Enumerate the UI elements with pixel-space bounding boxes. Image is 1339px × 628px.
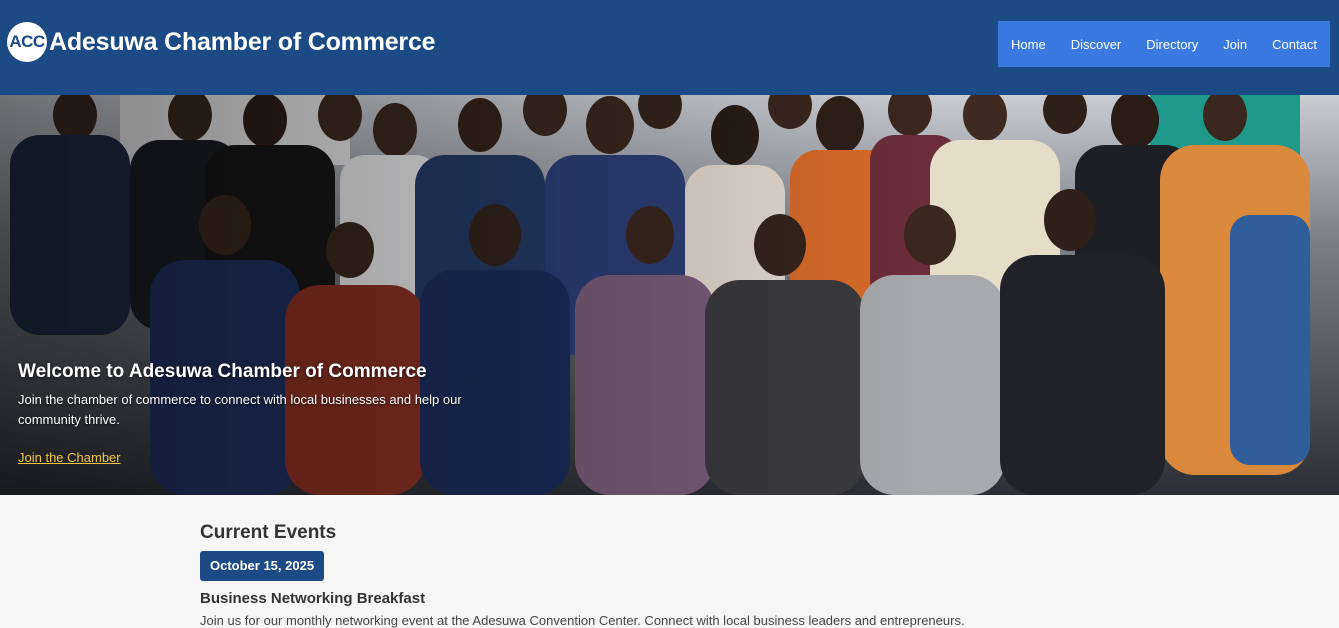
site-title[interactable]: Adesuwa Chamber of Commerce [49,28,436,57]
hero-banner: Welcome to Adesuwa Chamber of Commerce J… [0,95,1339,495]
hero-overlay [0,95,1339,495]
hero-title: Welcome to Adesuwa Chamber of Commerce [18,361,427,382]
main-nav: Home Discover Directory Join Contact [998,21,1330,67]
join-chamber-link[interactable]: Join the Chamber [18,450,121,465]
hero-description: Join the chamber of commerce to connect … [18,392,462,427]
nav-link-join[interactable]: Join [1223,37,1247,52]
nav-link-home[interactable]: Home [1011,37,1046,52]
event-description: Join us for our monthly networking event… [200,613,965,628]
event-date-badge: October 15, 2025 [200,551,325,581]
event-title: Business Networking Breakfast [200,590,426,607]
site-header: ACC Adesuwa Chamber of Commerce Home Dis… [0,0,1339,95]
nav-link-discover[interactable]: Discover [1071,37,1122,52]
events-heading: Current Events [200,522,337,543]
nav-link-directory[interactable]: Directory [1146,37,1198,52]
logo[interactable]: ACC [7,22,47,62]
nav-link-contact[interactable]: Contact [1272,37,1317,52]
